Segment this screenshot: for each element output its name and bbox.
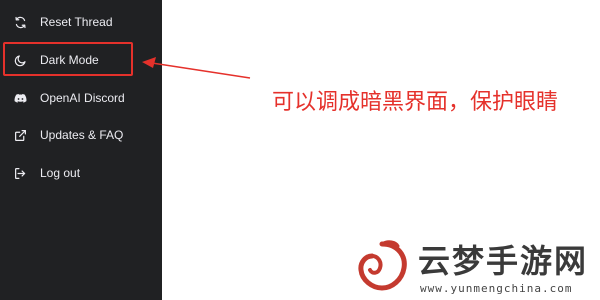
watermark-logo-icon [358, 240, 407, 291]
annotation-text: 可以调成暗黑界面，保护眼睛 [272, 90, 559, 115]
watermark-url: www.yunmengchina.com [420, 282, 573, 295]
watermark: 云梦手游网 www.yunmengchina.com [352, 232, 592, 300]
watermark-title: 云梦手游网 [418, 242, 589, 280]
